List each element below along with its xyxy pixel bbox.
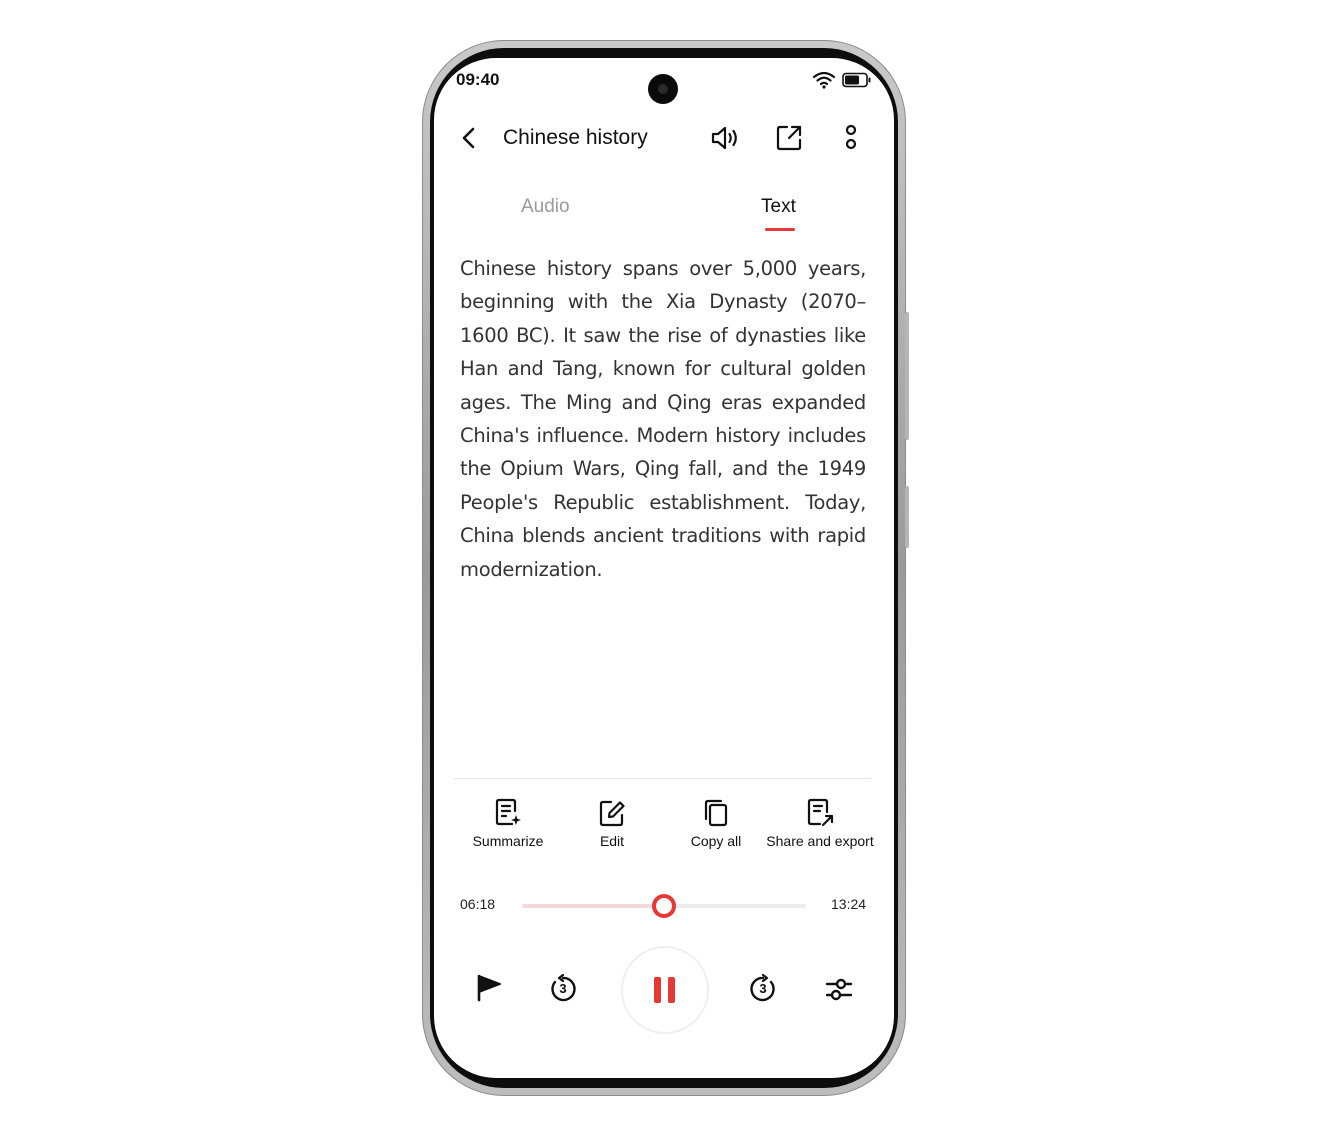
- more-options-icon[interactable]: [842, 124, 860, 152]
- summarize-icon: [495, 798, 521, 826]
- power-button: [905, 486, 909, 548]
- wifi-icon: [812, 71, 836, 89]
- back-arrow-icon[interactable]: [458, 126, 480, 150]
- open-external-icon[interactable]: [775, 124, 803, 152]
- elapsed-time: 06:18: [460, 896, 496, 912]
- edit-label: Edit: [599, 833, 625, 849]
- rewind-seconds: 3: [559, 981, 567, 996]
- pause-bar-left: [654, 977, 661, 1003]
- forward-seconds: 3: [759, 981, 767, 996]
- playback-settings-icon[interactable]: [824, 974, 854, 1004]
- summarize-label: Summarize: [472, 833, 544, 849]
- forward-button[interactable]: 3: [748, 974, 778, 1004]
- pause-bar-right: [668, 977, 675, 1003]
- pause-button[interactable]: [621, 946, 709, 1034]
- speaker-icon[interactable]: [710, 124, 742, 152]
- copy-icon: [704, 799, 728, 827]
- edit-icon: [599, 800, 625, 827]
- copy-all-label: Copy all: [690, 833, 742, 849]
- progress-fill: [522, 904, 664, 908]
- rewind-button[interactable]: 3: [548, 974, 578, 1004]
- total-duration: 13:24: [831, 896, 867, 912]
- tab-audio[interactable]: Audio: [521, 196, 570, 218]
- divider: [454, 778, 871, 779]
- progress-thumb[interactable]: [652, 894, 676, 918]
- summarize-button[interactable]: Summarize: [448, 798, 568, 849]
- front-camera: [648, 74, 678, 104]
- active-tab-indicator: [765, 228, 795, 231]
- share-export-label: Share and export: [766, 833, 874, 849]
- battery-icon: [842, 72, 871, 88]
- copy-all-button[interactable]: Copy all: [656, 798, 776, 849]
- edit-button[interactable]: Edit: [552, 798, 672, 849]
- volume-button: [905, 312, 909, 440]
- share-export-icon: [807, 798, 834, 827]
- status-time: 09:40: [456, 70, 500, 89]
- tab-text[interactable]: Text: [761, 196, 796, 218]
- page-title: Chinese history: [503, 126, 648, 149]
- flag-icon[interactable]: [474, 972, 504, 1002]
- share-export-button[interactable]: Share and export: [760, 798, 880, 849]
- app-screen: 09:40 Chinese history Audio Text Chinese…: [434, 58, 894, 1078]
- transcript-text: Chinese history spans over 5,000 years, …: [460, 257, 866, 581]
